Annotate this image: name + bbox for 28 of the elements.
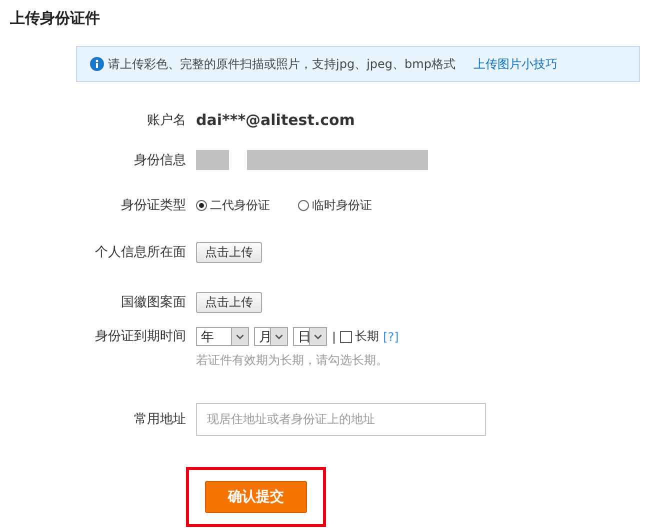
radio-option[interactable]: 临时身份证 [298,196,372,214]
field-label: 常用地址 [133,411,187,428]
field-hint: 若证件有效期为长期，请勾选长期。 [196,352,389,369]
field-label: 个人信息所在面 [94,244,187,261]
field-label: 国徽图案面 [120,294,187,311]
separator-mark: | [332,330,336,344]
address-field[interactable]: 现居住地址或者身份证上的地址 [196,402,486,436]
tips-link[interactable]: 上传图片小技巧 [473,56,558,72]
date-select[interactable]: 月 [254,327,288,346]
field-label: 身份证类型 [120,197,187,214]
account-name: dai***@alitest.com [196,111,355,129]
redaction-block [196,150,229,170]
upload-button[interactable]: 点击上传 [196,242,262,262]
notice-text: 请上传彩色、完整的原件扫描或照片，支持jpg、jpeg、bmp格式 [108,56,456,72]
field-label: 身份信息 [133,152,187,168]
field-label: 身份证到期时间 [94,328,187,345]
date-select[interactable]: 年 [196,327,249,346]
checkbox-label: 长期 [355,328,380,345]
page-title: 上传身份证件 [10,9,100,28]
radio-option[interactable]: 二代身份证 [196,196,270,214]
info-icon [90,57,104,71]
upload-button[interactable]: 点击上传 [196,292,262,312]
long-term-checkbox[interactable] [340,330,352,342]
date-select[interactable]: 日 [293,327,327,346]
caret-icon [270,328,287,345]
field-label: 账户名 [146,112,187,129]
caret-icon [231,328,248,345]
caret-icon [309,328,326,345]
